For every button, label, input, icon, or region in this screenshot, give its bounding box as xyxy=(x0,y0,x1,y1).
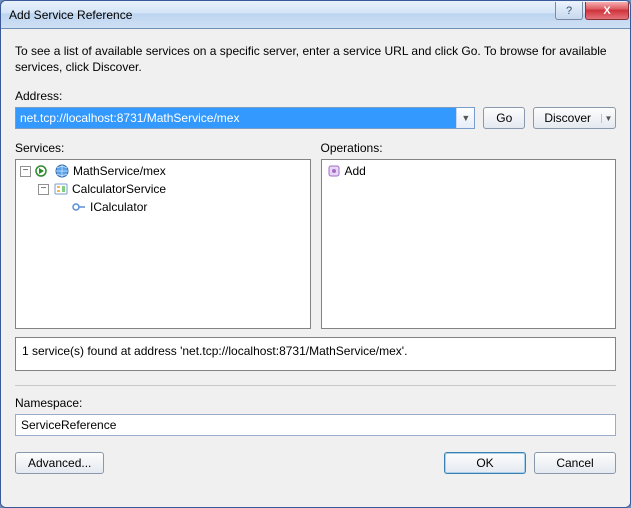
component-icon xyxy=(53,181,69,197)
discover-split-button[interactable]: Discover ▼ xyxy=(533,107,616,129)
namespace-label: Namespace: xyxy=(15,396,616,410)
ok-button-label: OK xyxy=(476,456,493,470)
tree-node-interface[interactable]: ICalculator xyxy=(16,198,310,216)
namespace-input[interactable] xyxy=(15,414,616,436)
address-dropdown-button[interactable]: ▼ xyxy=(456,108,474,128)
ok-button[interactable]: OK xyxy=(444,452,526,474)
address-label: Address: xyxy=(15,89,616,103)
go-button[interactable]: Go xyxy=(483,107,525,129)
window-controls: ? X xyxy=(553,1,630,28)
chevron-down-icon: ▼ xyxy=(461,113,470,123)
go-button-label: Go xyxy=(496,111,512,125)
client-area: To see a list of available services on a… xyxy=(1,29,630,507)
titlebar[interactable]: Add Service Reference ? X xyxy=(1,1,630,29)
close-icon: X xyxy=(603,5,610,17)
operations-list[interactable]: Add xyxy=(321,159,617,329)
operations-label: Operations: xyxy=(321,141,617,155)
tree-spacer xyxy=(56,202,67,213)
footer: Advanced... OK Cancel xyxy=(15,452,616,474)
operation-label: Add xyxy=(345,164,366,178)
dialog-window: Add Service Reference ? X To see a list … xyxy=(0,0,631,508)
expander-icon[interactable]: − xyxy=(38,184,49,195)
list-item[interactable]: Add xyxy=(322,162,616,180)
help-button[interactable]: ? xyxy=(555,2,583,20)
window-title: Add Service Reference xyxy=(9,8,553,22)
discover-dropdown[interactable]: ▼ xyxy=(601,114,615,123)
interface-icon xyxy=(71,199,87,215)
status-box: 1 service(s) found at address 'net.tcp:/… xyxy=(15,337,616,371)
chevron-down-icon: ▼ xyxy=(605,114,613,123)
tree-node-label: MathService/mex xyxy=(73,164,166,178)
close-button[interactable]: X xyxy=(585,2,629,20)
operations-pane: Operations: Add xyxy=(321,141,617,329)
intro-text: To see a list of available services on a… xyxy=(15,43,616,75)
services-pane: Services: − MathService/mex − xyxy=(15,141,311,329)
tree-node-label: ICalculator xyxy=(90,200,147,214)
service-run-icon xyxy=(35,163,51,179)
help-icon: ? xyxy=(566,5,572,17)
operation-icon xyxy=(326,163,342,179)
services-tree[interactable]: − MathService/mex − xyxy=(15,159,311,329)
tree-node-service[interactable]: − CalculatorService xyxy=(16,180,310,198)
globe-icon xyxy=(54,163,70,179)
cancel-button-label: Cancel xyxy=(556,456,593,470)
tree-node-root[interactable]: − MathService/mex xyxy=(16,162,310,180)
discover-button-label[interactable]: Discover xyxy=(534,111,601,125)
cancel-button[interactable]: Cancel xyxy=(534,452,616,474)
status-text: 1 service(s) found at address 'net.tcp:/… xyxy=(22,344,407,358)
advanced-button[interactable]: Advanced... xyxy=(15,452,104,474)
address-combo[interactable]: ▼ xyxy=(15,107,475,129)
services-label: Services: xyxy=(15,141,311,155)
address-input[interactable] xyxy=(16,108,456,128)
address-row: ▼ Go Discover ▼ xyxy=(15,107,616,129)
expander-icon[interactable]: − xyxy=(20,166,31,177)
advanced-button-label: Advanced... xyxy=(28,456,91,470)
divider xyxy=(15,385,616,386)
tree-node-label: CalculatorService xyxy=(72,182,166,196)
panes: Services: − MathService/mex − xyxy=(15,141,616,329)
